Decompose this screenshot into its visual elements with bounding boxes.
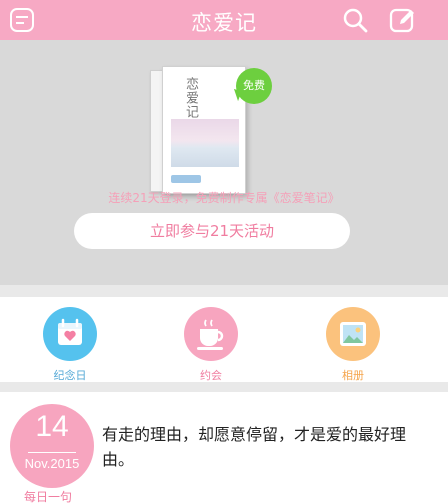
shortcut-label: 纪念日 bbox=[53, 369, 87, 382]
book-front-cover: 恋爱记 bbox=[162, 66, 246, 194]
join-activity-button[interactable]: 立即参与21天活动 bbox=[74, 213, 350, 249]
love-notebook-image: 恋爱记 bbox=[150, 66, 246, 196]
coffee-cup-icon bbox=[184, 307, 238, 361]
shortcut-anniversary[interactable]: 纪念日 bbox=[25, 307, 115, 383]
page-title: 恋爱记 bbox=[191, 11, 257, 35]
date-divider bbox=[28, 452, 76, 453]
shortcut-label: 约会 bbox=[200, 369, 222, 382]
shortcut-bar: 纪念日 约会 相册 bbox=[0, 297, 448, 382]
date-month-year: Nov.2015 bbox=[24, 456, 80, 471]
book-cover-picture bbox=[171, 119, 239, 167]
search-icon[interactable] bbox=[340, 5, 370, 35]
date-badge: 14 Nov.2015 bbox=[10, 404, 94, 488]
photo-album-icon bbox=[326, 307, 380, 361]
promo-text: 连续21天登录，免费制作专属《恋爱笔记》 bbox=[108, 191, 340, 205]
calendar-heart-icon bbox=[43, 307, 97, 361]
edit-icon[interactable] bbox=[388, 5, 418, 35]
book-title: 恋爱记 bbox=[183, 77, 198, 119]
promo-banner: 恋爱记 免费 连续21天登录，免费制作专属《恋爱笔记》 立即参与21天活动 bbox=[0, 40, 448, 285]
daily-quote-card[interactable]: 14 Nov.2015 每日一句 有走的理由，却愿意停留，才是爱的最好理由。 bbox=[0, 392, 448, 504]
app-header: 恋爱记 bbox=[0, 0, 448, 40]
shortcut-date[interactable]: 约会 bbox=[166, 307, 256, 383]
shortcut-album[interactable]: 相册 bbox=[308, 307, 398, 383]
book-logo bbox=[171, 175, 201, 183]
daily-quote-label: 每日一句 bbox=[24, 490, 73, 504]
shortcut-label: 相册 bbox=[342, 369, 364, 382]
daily-quote-text: 有走的理由，却愿意停留，才是爱的最好理由。 bbox=[102, 425, 407, 469]
date-day: 14 bbox=[35, 410, 69, 443]
free-badge: 免费 bbox=[236, 68, 272, 104]
